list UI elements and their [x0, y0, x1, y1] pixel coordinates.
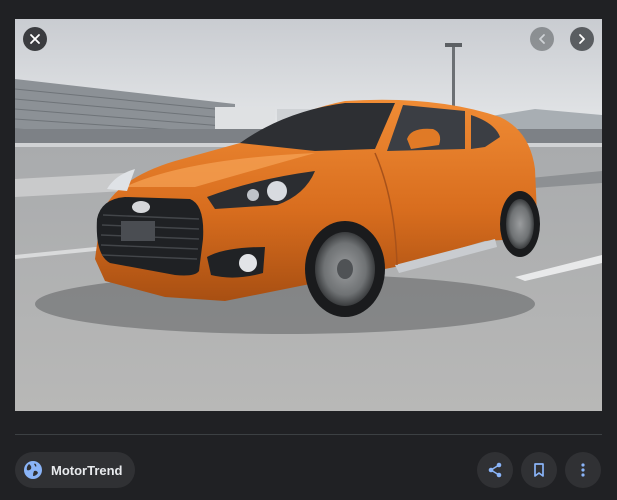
- source-link[interactable]: MotorTrend: [15, 452, 135, 488]
- source-name: MotorTrend: [51, 462, 123, 478]
- preview-image[interactable]: [15, 19, 602, 411]
- share-icon: [488, 462, 502, 478]
- close-icon: [30, 34, 40, 44]
- chevron-right-icon: [579, 34, 585, 44]
- save-button[interactable]: [521, 452, 557, 488]
- car-photo: [15, 19, 602, 411]
- next-image-button[interactable]: [570, 27, 594, 51]
- divider: [15, 434, 602, 435]
- more-options-button[interactable]: [565, 452, 601, 488]
- close-button[interactable]: [23, 27, 47, 51]
- globe-icon: [24, 461, 42, 479]
- chevron-left-icon: [539, 34, 545, 44]
- previous-image-button[interactable]: [530, 27, 554, 51]
- more-vert-icon: [581, 463, 585, 477]
- bookmark-icon: [534, 463, 544, 477]
- image-viewer: MotorTrend: [0, 0, 617, 500]
- share-button[interactable]: [477, 452, 513, 488]
